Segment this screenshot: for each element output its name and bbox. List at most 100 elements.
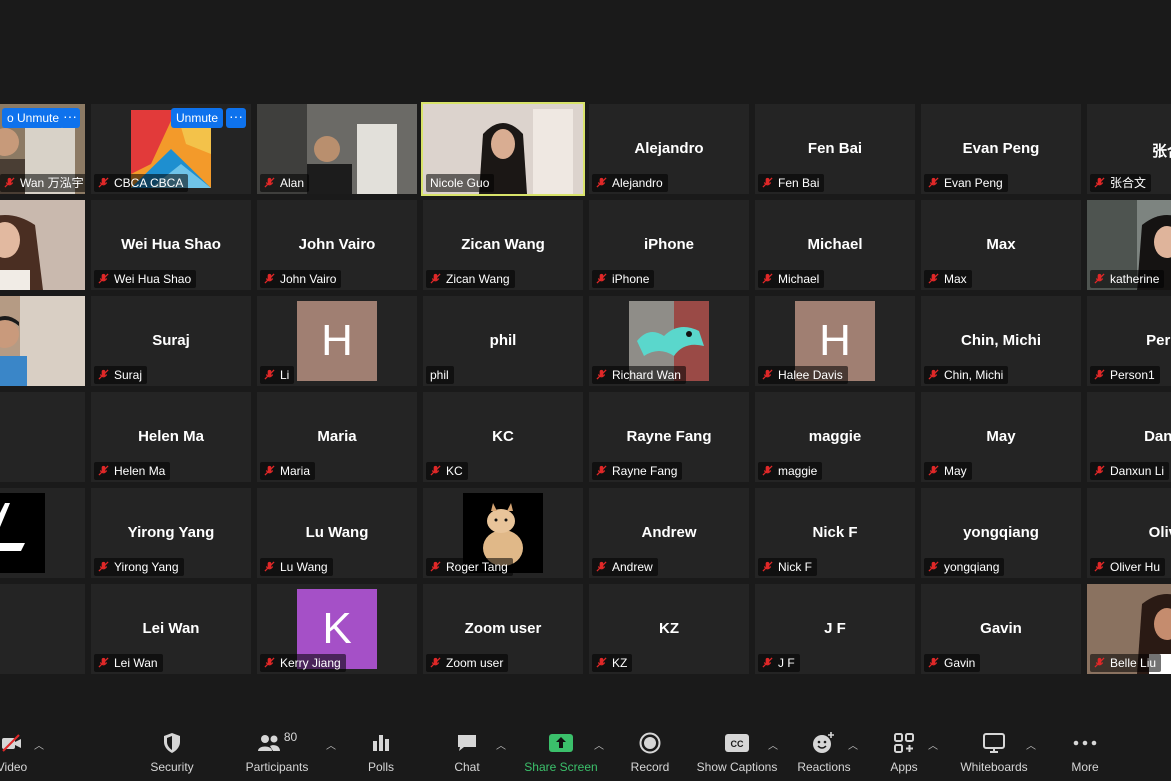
unmute-request-button[interactable]: Unmute bbox=[171, 108, 224, 128]
participant-tile[interactable]: Roger Tang bbox=[423, 488, 583, 578]
muted-mic-icon bbox=[264, 273, 275, 284]
participant-tile[interactable]: Perso Person1 bbox=[1087, 296, 1171, 386]
chat-options-chevron-icon[interactable]: ︿ bbox=[496, 737, 506, 752]
participant-tile[interactable] bbox=[0, 296, 85, 386]
participant-name-tag: Max bbox=[924, 270, 972, 288]
participant-tile[interactable]: Unmute ··· CBCA CBCA bbox=[91, 104, 251, 194]
participant-tile[interactable]: Alan bbox=[257, 104, 417, 194]
participant-tile[interactable]: Yirong Yang Yirong Yang bbox=[91, 488, 251, 578]
participant-display-name: 张合 bbox=[1151, 143, 1171, 160]
participant-name: iPhone bbox=[612, 272, 650, 286]
participant-tile[interactable]: Chin, Michi Chin, Michi bbox=[921, 296, 1081, 386]
participant-tile[interactable] bbox=[0, 200, 85, 290]
polls-button[interactable]: Polls bbox=[331, 730, 431, 774]
participant-tile[interactable]: May May bbox=[921, 392, 1081, 482]
polls-label: Polls bbox=[367, 760, 394, 774]
participant-tile[interactable]: 张合张合文 bbox=[1087, 104, 1171, 194]
apps-icon bbox=[894, 733, 914, 753]
participant-tile[interactable]: iPhone iPhone bbox=[589, 200, 749, 290]
participant-tile[interactable]: phil phil bbox=[423, 296, 583, 386]
participant-tile[interactable]: maggie maggie bbox=[755, 392, 915, 482]
participant-name: Nick F bbox=[778, 560, 812, 574]
participant-tile[interactable]: Wei Hua Shao Wei Hua Shao bbox=[91, 200, 251, 290]
participant-name-tag: Fen Bai bbox=[758, 174, 825, 192]
stop-video-button[interactable]: Video bbox=[0, 730, 62, 774]
record-button[interactable]: Record bbox=[600, 730, 700, 774]
participant-name-tag: Lei Wan bbox=[94, 654, 163, 672]
participant-tile[interactable]: o Unmute ··· Wan 万泓宇 bbox=[0, 104, 85, 194]
participant-tile[interactable]: H Li bbox=[257, 296, 417, 386]
participant-tile[interactable]: KC KC bbox=[423, 392, 583, 482]
participant-tile[interactable]: Lei Wan Lei Wan bbox=[91, 584, 251, 674]
participant-name-tag: yongqiang bbox=[924, 558, 1005, 576]
participant-tile[interactable]: Olive Oliver Hu bbox=[1087, 488, 1171, 578]
participant-tile[interactable]: Alejandro Alejandro bbox=[589, 104, 749, 194]
participant-display-name: Zoom user bbox=[464, 620, 542, 637]
participant-tile[interactable]: Evan Peng Evan Peng bbox=[921, 104, 1081, 194]
participant-tile[interactable]: Michael Michael bbox=[755, 200, 915, 290]
participant-display-name: Fen Bai bbox=[807, 140, 863, 157]
participant-tile[interactable]: Suraj Suraj bbox=[91, 296, 251, 386]
participant-tile[interactable]: Zoom user Zoom user bbox=[423, 584, 583, 674]
security-button[interactable]: Security bbox=[122, 730, 222, 774]
participant-tile[interactable]: H Halee Davis bbox=[755, 296, 915, 386]
participant-name-tag: Oliver Hu bbox=[1090, 558, 1166, 576]
participant-tile[interactable]: Danxu Danxun Li bbox=[1087, 392, 1171, 482]
participant-display-name: Alejandro bbox=[634, 140, 704, 157]
participant-tile[interactable]: Fen Bai Fen Bai bbox=[755, 104, 915, 194]
participant-name-tag: 张合文 bbox=[1090, 174, 1152, 192]
participant-tile[interactable]: Andrew Andrew bbox=[589, 488, 749, 578]
participant-name-tag: Zican Wang bbox=[426, 270, 515, 288]
participant-tile[interactable]: Helen Ma Helen Ma bbox=[91, 392, 251, 482]
muted-mic-icon bbox=[1094, 465, 1105, 476]
participant-tile[interactable]: katherine bbox=[1087, 200, 1171, 290]
more-button[interactable]: More bbox=[1035, 730, 1135, 774]
participant-tile[interactable]: ucy bbox=[0, 392, 85, 482]
apps-options-chevron-icon[interactable]: ︿ bbox=[928, 737, 938, 752]
video-label: Video bbox=[0, 760, 28, 774]
video-options-chevron-icon[interactable]: ︿ bbox=[34, 737, 44, 752]
closed-captions-icon: CC bbox=[725, 734, 749, 752]
participant-tile[interactable]: yongqiang yongqiang bbox=[921, 488, 1081, 578]
participant-tile[interactable]: xia bbox=[0, 584, 85, 674]
participant-tile[interactable]: John Vairo John Vairo bbox=[257, 200, 417, 290]
participant-tile[interactable]: J F J F bbox=[755, 584, 915, 674]
participant-tile[interactable]: Gavin Gavin bbox=[921, 584, 1081, 674]
participant-display-name: maggie bbox=[808, 428, 862, 445]
participant-tile[interactable]: Rayne Fang Rayne Fang bbox=[589, 392, 749, 482]
participant-tile[interactable]: K Kerry Jiang bbox=[257, 584, 417, 674]
participant-tile[interactable]: Nick F Nick F bbox=[755, 488, 915, 578]
participants-label: Participants bbox=[245, 760, 309, 774]
participant-display-name: Zican Wang bbox=[461, 236, 545, 253]
shield-icon bbox=[164, 733, 180, 753]
meeting-toolbar: Video ︿ Security 80 Participants ︿ Polls… bbox=[0, 700, 1171, 781]
participant-tile[interactable]: Max Max bbox=[921, 200, 1081, 290]
participant-name-tag: Andrew bbox=[592, 558, 658, 576]
participant-tile[interactable]: Belle Liu bbox=[1087, 584, 1171, 674]
more-options-icon[interactable]: ··· bbox=[60, 108, 80, 128]
participant-tile[interactable]: Zican Wang Zican Wang bbox=[423, 200, 583, 290]
participant-name-tag: Alan bbox=[260, 174, 310, 192]
participant-name: Andrew bbox=[612, 560, 653, 574]
participant-tile[interactable]: Nicole Guo bbox=[421, 102, 585, 196]
participant-display-name: Olive bbox=[1148, 524, 1171, 541]
security-label: Security bbox=[150, 760, 194, 774]
muted-mic-icon bbox=[928, 465, 939, 476]
participant-tile[interactable]: Maria Maria bbox=[257, 392, 417, 482]
participant-name: Fen Bai bbox=[778, 176, 820, 190]
participant-name-tag: Helen Ma bbox=[94, 462, 171, 480]
muted-mic-icon bbox=[596, 177, 607, 188]
participant-tile[interactable] bbox=[0, 488, 85, 578]
participant-name: CBCA CBCA bbox=[114, 176, 184, 190]
participant-display-name: Rayne Fang bbox=[626, 428, 712, 445]
more-label: More bbox=[1071, 760, 1099, 774]
participant-tile[interactable]: Richard Wan bbox=[589, 296, 749, 386]
participant-name-tag: katherine bbox=[1090, 270, 1165, 288]
participant-name-tag: Richard Wan bbox=[592, 366, 686, 384]
apps-button[interactable]: Apps bbox=[854, 730, 954, 774]
unmute-request-button[interactable]: o Unmute bbox=[2, 108, 65, 128]
participant-tile[interactable]: KZ KZ bbox=[589, 584, 749, 674]
participant-tile[interactable]: Lu Wang Lu Wang bbox=[257, 488, 417, 578]
participants-button[interactable]: 80 Participants bbox=[227, 730, 327, 774]
more-options-icon[interactable]: ··· bbox=[226, 108, 246, 128]
